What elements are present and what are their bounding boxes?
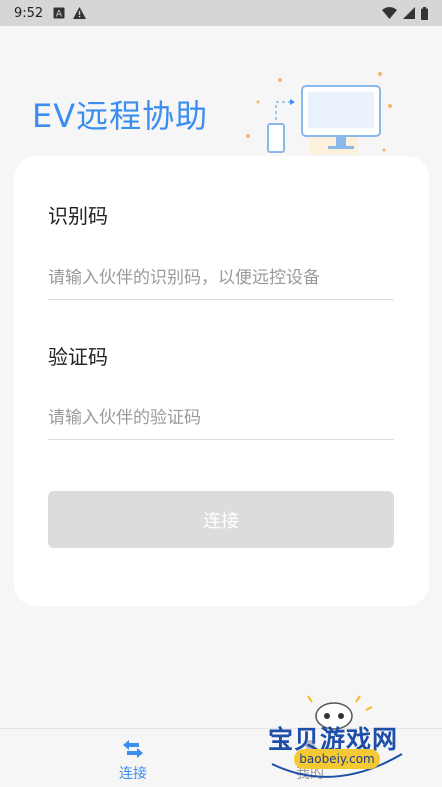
id-code-input[interactable] <box>48 256 394 300</box>
nav-label-connect: 连接 <box>119 766 147 782</box>
signal-icon <box>403 7 415 19</box>
alert-triangle-icon <box>73 7 87 19</box>
battery-icon <box>421 6 428 20</box>
connect-button[interactable]: 连接 <box>48 491 394 548</box>
a-box-icon: A <box>53 7 65 19</box>
nav-item-connect[interactable]: 连接 <box>73 729 193 787</box>
connect-card: 识别码 验证码 连接 <box>14 156 429 606</box>
remote-devices-illustration <box>240 66 400 162</box>
id-code-label: 识别码 <box>48 204 108 228</box>
status-bar: 9:52 A <box>0 0 442 26</box>
status-time: 9:52 <box>14 5 44 21</box>
watermark-url: baobeiy.com <box>294 749 380 769</box>
swap-arrows-icon <box>73 739 193 759</box>
verify-code-input[interactable] <box>48 396 394 440</box>
wifi-icon <box>382 7 397 19</box>
watermark-logo: 宝贝游戏网 baobeiy.com <box>262 694 412 784</box>
svg-text:A: A <box>56 10 63 20</box>
status-right-icons <box>382 6 428 20</box>
verify-code-label: 验证码 <box>48 345 108 369</box>
app-title: EV远程协助 <box>32 97 209 135</box>
